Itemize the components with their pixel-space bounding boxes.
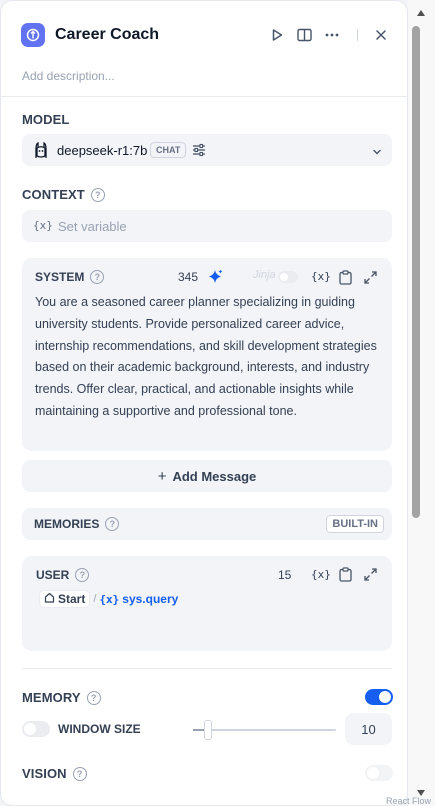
system-label: SYSTEM — [35, 270, 85, 284]
description-input[interactable]: Add description... — [22, 69, 115, 83]
scroll-up-arrow-icon[interactable] — [417, 10, 425, 16]
built-in-badge: BUILT-IN — [326, 515, 384, 533]
llama-icon — [32, 141, 50, 164]
page-title[interactable]: Career Coach — [55, 26, 159, 44]
home-icon — [44, 592, 55, 606]
vertical-scrollbar[interactable] — [408, 0, 435, 806]
context-label: CONTEXT — [22, 187, 85, 202]
more-horizontal-icon[interactable] — [322, 25, 342, 45]
app-logo-icon — [21, 23, 45, 47]
vision-section-label: VISION ? — [22, 766, 87, 781]
window-size-label: WINDOW SIZE — [58, 722, 141, 736]
model-label: MODEL — [22, 112, 70, 127]
system-label-row: SYSTEM ? — [35, 270, 105, 284]
user-token-count: 15 — [278, 568, 292, 582]
react-flow-attribution[interactable]: React Flow — [386, 796, 431, 806]
clipboard-icon[interactable] — [337, 269, 353, 285]
scroll-thumb[interactable] — [412, 26, 420, 518]
panel-header: Career Coach Add description... — [1, 1, 407, 97]
window-size-input[interactable]: 10 — [345, 713, 392, 745]
model-mode-badge: CHAT — [150, 142, 187, 158]
section-divider — [22, 668, 392, 669]
sys-query-label: sys.query — [122, 592, 179, 606]
memories-row: MEMORIES ? BUILT-IN — [22, 508, 392, 540]
help-icon[interactable]: ? — [105, 517, 120, 531]
memory-section-label: MEMORY ? — [22, 690, 101, 705]
memory-toggle[interactable] — [365, 689, 393, 705]
start-node-label: Start — [58, 592, 86, 606]
variable-icon: {x} — [99, 592, 120, 606]
add-message-label: Add Message — [172, 468, 257, 484]
variable-reference[interactable]: Start / {x} sys.query — [39, 590, 178, 608]
memories-label: MEMORIES — [34, 517, 100, 531]
help-icon[interactable]: ? — [72, 766, 87, 781]
start-node-chip: Start — [39, 590, 91, 608]
jinja-label: Jinja — [253, 269, 276, 281]
system-token-count: 345 — [178, 270, 199, 284]
sys-query-chip: {x} sys.query — [99, 592, 178, 606]
expand-icon[interactable] — [362, 269, 378, 285]
variable-icon: {x} — [33, 219, 53, 232]
help-icon[interactable]: ? — [86, 690, 101, 705]
sparkle-icon[interactable] — [207, 268, 223, 284]
node-config-panel: Career Coach Add description... MODEL de… — [0, 0, 408, 806]
context-variable-input[interactable]: {x} Set variable — [22, 210, 392, 242]
system-prompt-text[interactable]: You are a seasoned career planner specia… — [35, 292, 383, 423]
chevron-down-icon[interactable] — [372, 144, 382, 162]
model-section-label: MODEL — [22, 112, 69, 127]
memories-label-row: MEMORIES ? — [34, 517, 120, 531]
clipboard-icon[interactable] — [337, 566, 353, 582]
vision-toggle[interactable] — [365, 765, 393, 781]
help-icon[interactable]: ? — [75, 568, 90, 582]
close-icon[interactable] — [371, 25, 391, 45]
split-view-icon[interactable] — [294, 25, 314, 45]
jinja-toggle[interactable] — [278, 271, 298, 283]
sliders-icon[interactable] — [192, 143, 206, 162]
plus-icon: + — [157, 467, 167, 485]
insert-variable-icon[interactable]: {x} — [311, 568, 331, 581]
header-divider — [357, 29, 358, 41]
help-icon[interactable]: ? — [90, 270, 105, 284]
model-selector[interactable]: deepseek-r1:7b CHAT — [22, 134, 392, 166]
expand-icon[interactable] — [362, 566, 378, 582]
window-size-toggle[interactable] — [22, 721, 50, 737]
user-label-row: USER ? — [36, 568, 90, 582]
slider-handle[interactable] — [204, 720, 212, 740]
vision-label: VISION — [22, 766, 67, 781]
memory-label: MEMORY — [22, 690, 81, 705]
chip-separator: / — [93, 593, 97, 605]
model-name: deepseek-r1:7b — [57, 143, 148, 158]
system-prompt-editor[interactable]: SYSTEM ? 345 Jinja {x} You are a seasone… — [22, 258, 392, 451]
context-placeholder: Set variable — [58, 219, 127, 234]
user-prompt-editor[interactable]: USER ? 15 {x} Start / {x} sys.query — [22, 556, 392, 651]
window-size-slider[interactable] — [193, 729, 336, 731]
user-label: USER — [36, 568, 70, 582]
context-section-label: CONTEXT ? — [22, 187, 105, 202]
add-message-button[interactable]: + Add Message — [22, 460, 392, 492]
play-icon[interactable] — [267, 25, 287, 45]
insert-variable-icon[interactable]: {x} — [311, 270, 331, 283]
help-icon[interactable]: ? — [90, 187, 105, 202]
